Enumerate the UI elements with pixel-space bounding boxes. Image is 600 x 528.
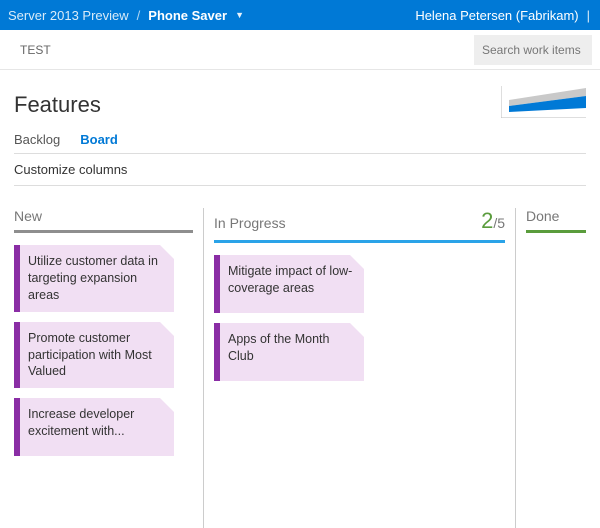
search-placeholder: Search work items <box>482 43 581 57</box>
page-body: Features Backlog Board Customize columns… <box>0 70 600 528</box>
card-title: Mitigate impact of low-coverage areas <box>228 264 352 295</box>
global-header: Server 2013 Preview / Phone Saver ▼ Hele… <box>0 0 600 30</box>
work-item-card[interactable]: Increase developer excitement with... <box>14 398 174 456</box>
chevron-down-icon[interactable]: ▼ <box>235 10 244 20</box>
work-item-card[interactable]: Apps of the Month Club <box>214 323 364 381</box>
customize-columns-button[interactable]: Customize columns <box>14 162 127 177</box>
work-item-card[interactable]: Promote customer participation with Most… <box>14 322 174 389</box>
cfd-sparkline[interactable] <box>501 86 586 118</box>
page-title: Features <box>14 92 101 118</box>
current-user[interactable]: Helena Petersen (Fabrikam) <box>415 8 578 23</box>
sub-header: TEST Search work items <box>0 30 600 70</box>
card-title: Utilize customer data in targeting expan… <box>28 254 158 302</box>
nav-item-test[interactable]: TEST <box>20 43 51 57</box>
breadcrumb-separator: / <box>137 8 141 23</box>
column-new: New Utilize customer data in targeting e… <box>14 208 204 528</box>
work-item-card[interactable]: Mitigate impact of low-coverage areas <box>214 255 364 313</box>
search-input[interactable]: Search work items <box>474 35 592 65</box>
hub-nav: TEST <box>20 43 51 57</box>
wip-counter: 2/5 <box>481 208 505 234</box>
view-tabs: Backlog Board <box>14 132 586 154</box>
board-toolbar: Customize columns <box>14 154 586 186</box>
user-menu-divider: | <box>587 8 590 23</box>
column-in-progress: In Progress 2/5 Mitigate impact of low-c… <box>204 208 516 528</box>
column-label: In Progress <box>214 215 286 231</box>
column-done: Done <box>516 208 586 528</box>
column-label: New <box>14 208 42 224</box>
wip-limit: /5 <box>493 215 505 231</box>
breadcrumb-root[interactable]: Server 2013 Preview <box>8 8 129 23</box>
work-item-card[interactable]: Utilize customer data in targeting expan… <box>14 245 174 312</box>
card-title: Promote customer participation with Most… <box>28 331 152 379</box>
card-title: Increase developer excitement with... <box>28 407 134 438</box>
wip-current: 2 <box>481 208 493 233</box>
breadcrumb-project[interactable]: Phone Saver <box>148 8 227 23</box>
tab-backlog[interactable]: Backlog <box>14 132 60 147</box>
card-title: Apps of the Month Club <box>228 332 329 363</box>
column-label: Done <box>526 208 559 224</box>
kanban-board: New Utilize customer data in targeting e… <box>14 208 586 528</box>
tab-board[interactable]: Board <box>80 132 118 147</box>
